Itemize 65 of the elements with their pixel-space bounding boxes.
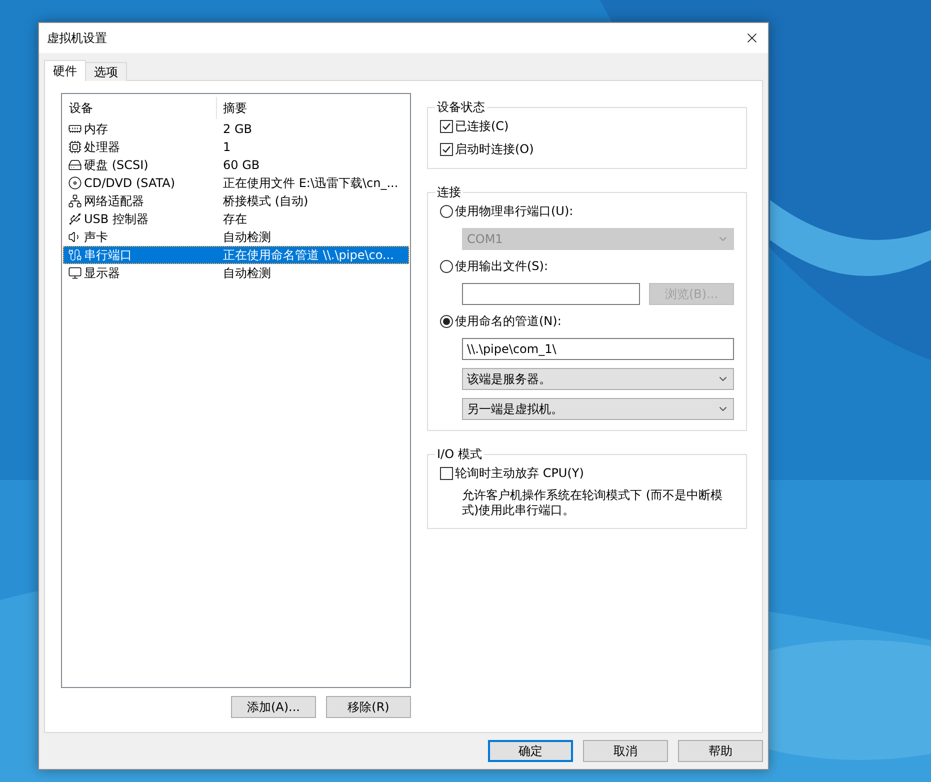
device-name: 显示器 [84, 264, 120, 282]
network-icon [68, 194, 82, 208]
monitor-icon [68, 266, 82, 280]
device-name: 硬盘 (SCSI) [84, 156, 148, 174]
dialog-button[interactable]: 帮助 [678, 740, 763, 762]
device-summary: 桥接模式 (自动) [222, 192, 310, 210]
checkbox[interactable] [440, 120, 453, 133]
list-button[interactable]: 移除(R) [326, 696, 411, 718]
disc-icon [68, 176, 82, 190]
device-name: 串行端口 [84, 246, 132, 264]
device-row[interactable]: 硬盘 (SCSI) 60 GB [63, 156, 409, 174]
radio-label: 使用物理串行端口(U): [455, 203, 574, 220]
column-header[interactable]: 摘要 [217, 97, 409, 119]
device-summary: 自动检测 [222, 264, 272, 282]
device-summary: 存在 [222, 210, 248, 228]
radio-button[interactable] [440, 205, 453, 218]
device-name: USB 控制器 [84, 210, 148, 228]
radio-button[interactable] [440, 315, 453, 328]
device-summary: 自动检测 [222, 228, 272, 246]
window-title: 虚拟机设置 [47, 30, 107, 46]
radio-label: 使用输出文件(S): [455, 258, 548, 275]
memory-icon [68, 122, 82, 136]
pipe-field[interactable]: \\.\pipe\com_1\ [462, 338, 734, 360]
device-name: 处理器 [84, 138, 120, 156]
tab[interactable]: 硬件 [44, 60, 86, 81]
radio-label: 使用命名的管道(N): [455, 313, 562, 330]
checkbox-label: 轮询时主动放弃 CPU(Y) [455, 465, 584, 482]
device-row[interactable]: 网络适配器 桥接模式 (自动) [63, 192, 409, 210]
device-row[interactable]: 显示器 自动检测 [63, 264, 409, 282]
end-select[interactable]: 该端是服务器。 [462, 368, 734, 390]
group-title: 连接 [436, 184, 462, 201]
checkbox-label: 启动时连接(O) [455, 141, 534, 158]
device-name: 网络适配器 [84, 192, 144, 210]
usb-icon [68, 212, 82, 226]
device-row[interactable]: 串行端口 正在使用命名管道 \\.\pipe\co... [63, 246, 409, 264]
tab[interactable]: 选项 [85, 62, 127, 81]
device-summary: 60 GB [222, 158, 261, 172]
cable-icon [68, 248, 82, 262]
device-row[interactable]: 内存 2 GB [63, 120, 409, 138]
checkbox[interactable] [440, 467, 453, 480]
device-summary: 正在使用文件 E:\迅雷下载\cn_... [222, 174, 400, 192]
list-button[interactable]: 添加(A)... [231, 696, 316, 718]
device-summary: 2 GB [222, 122, 253, 136]
checkbox[interactable] [440, 143, 453, 156]
device-row[interactable]: USB 控制器 存在 [63, 210, 409, 228]
device-row[interactable]: 处理器 1 [63, 138, 409, 156]
device-name: 内存 [84, 120, 108, 138]
group-title: I/O 模式 [436, 446, 483, 463]
device-name: CD/DVD (SATA) [84, 176, 176, 190]
column-header[interactable]: 设备 [63, 97, 217, 119]
end-select[interactable]: 另一端是虚拟机。 [462, 398, 734, 420]
device-row[interactable]: 声卡 自动检测 [63, 228, 409, 246]
device-row[interactable]: CD/DVD (SATA) 正在使用文件 E:\迅雷下载\cn_... [63, 174, 409, 192]
radio-button[interactable] [440, 260, 453, 273]
dialog-button[interactable]: 确定 [488, 740, 573, 762]
file-field[interactable] [462, 283, 640, 305]
dialog-button[interactable]: 取消 [583, 740, 668, 762]
device-summary: 1 [222, 140, 232, 154]
chip-icon [68, 140, 82, 154]
device-name: 声卡 [84, 228, 108, 246]
device-summary: 正在使用命名管道 \\.\pipe\co... [222, 246, 395, 264]
description-text: 允许客户机操作系统在轮询模式下 (而不是中断模式)使用此串行端口。 [461, 488, 724, 518]
hard-drive-icon [68, 158, 82, 172]
checkbox-label: 已连接(C) [455, 118, 509, 135]
group-title: 设备状态 [436, 99, 486, 116]
